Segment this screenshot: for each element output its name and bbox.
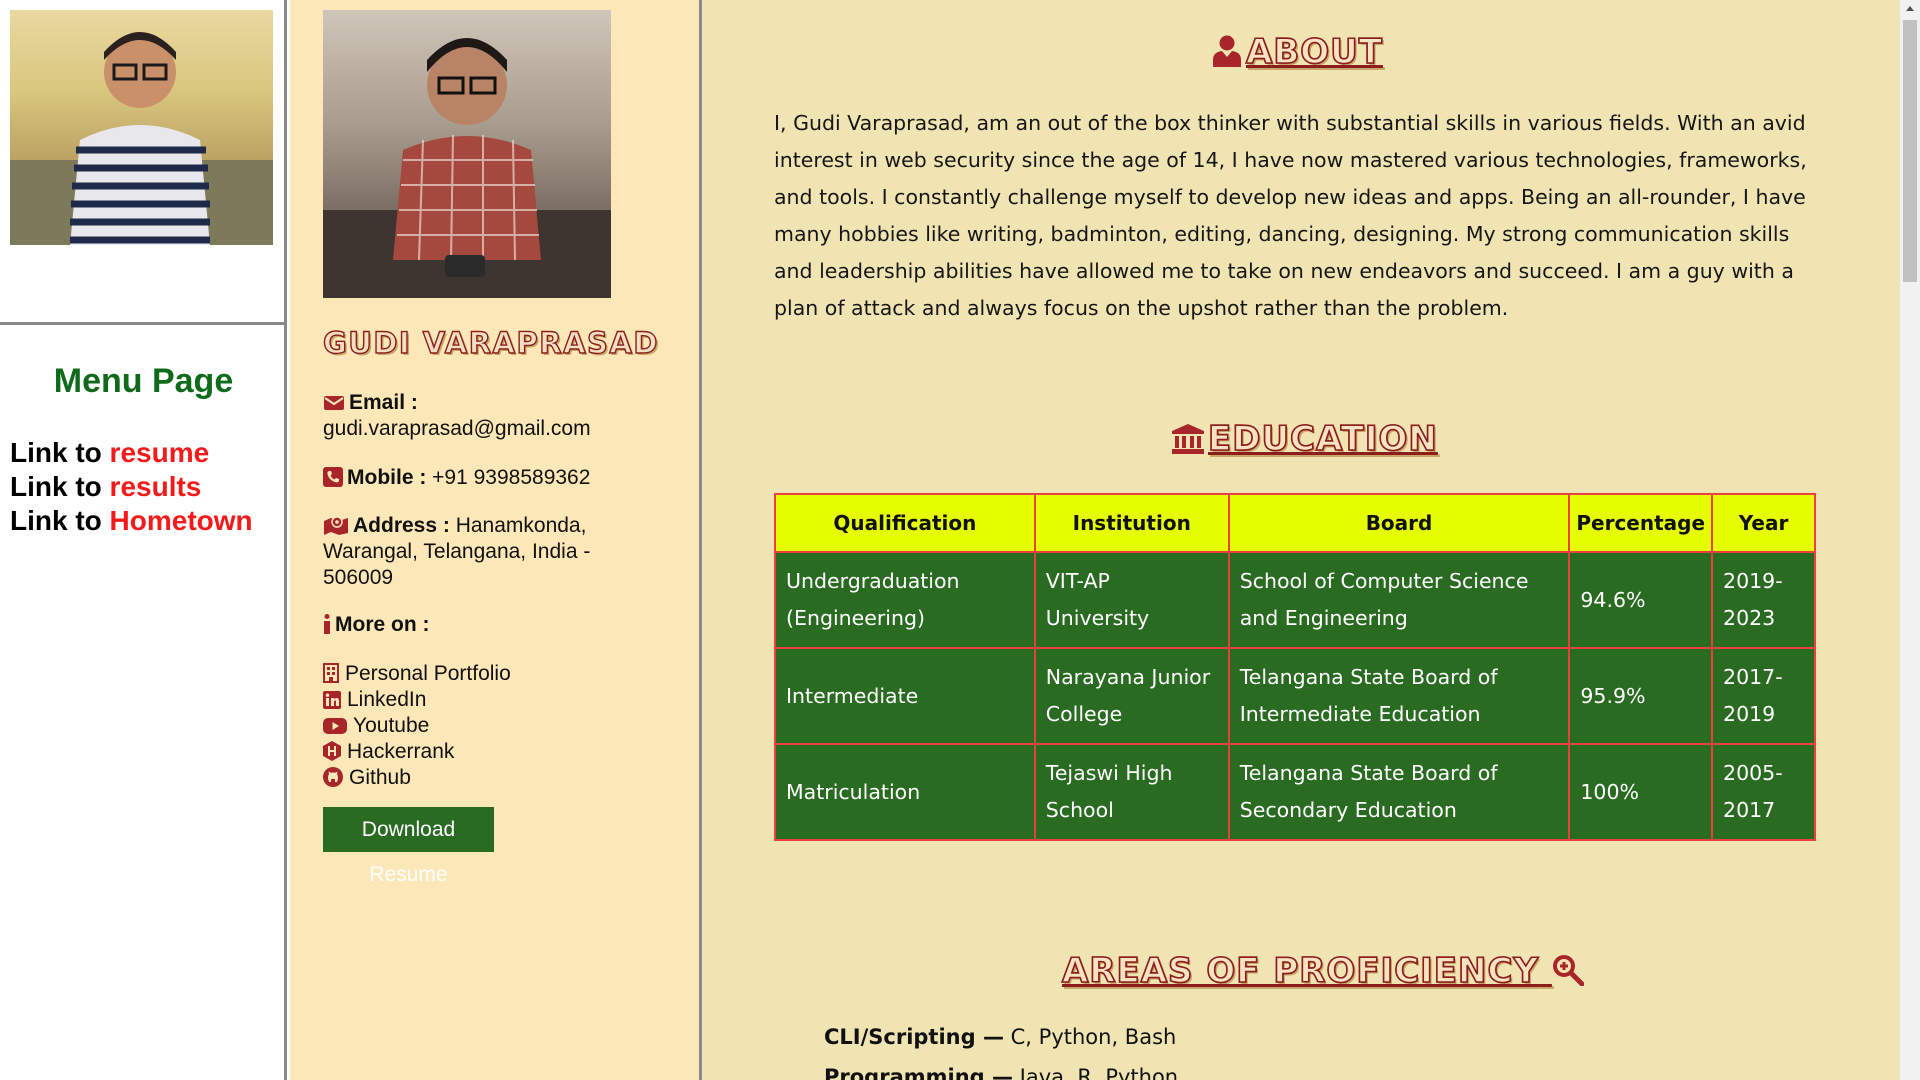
header-institution: Institution [1033,493,1230,553]
menu-title: Menu Page [53,362,234,400]
profile-photo-menu [10,10,273,245]
linkedin-link-label: LinkedIn [347,688,427,711]
list-item: Programming — Java, R, Python [824,1057,1178,1080]
main-content: ABOUT I, Gudi Varaprasad, am an out of t… [702,0,1900,1080]
cell-percentage: 94.6% [1568,551,1714,649]
proficiency-label: Programming — [824,1065,1013,1080]
proficiency-heading: AREAS OF PROFICIENCY [1061,950,1588,992]
cell-qualification: Matriculation [774,743,1036,841]
university-icon [1172,424,1204,454]
cell-percentage: 100% [1568,743,1714,841]
youtube-icon [323,717,347,735]
table-row: Matriculation Tejaswi High School Telang… [774,743,1816,841]
proficiency-title: AREAS OF PROFICIENCY [1061,950,1540,992]
github-link[interactable]: Github [323,765,511,791]
cell-institution: VIT-AP University [1033,551,1230,649]
cell-institution: Tejaswi High School [1033,743,1230,841]
envelope-icon [323,394,345,412]
results-link[interactable]: results [110,471,202,502]
profile-sidebar: GUDI VARAPRASAD Email : gudi.varaprasad@… [290,0,702,1080]
menu-item-prefix: Link to [10,471,110,502]
about-paragraph: I, Gudi Varaprasad, am an out of the box… [774,111,1807,320]
list-item: CLI/Scripting — C, Python, Bash [824,1017,1178,1057]
youtube-link[interactable]: Youtube [323,713,511,739]
address-block: Address : Hanamkonda, Warangal, Telangan… [323,513,643,591]
main-scrollbar[interactable] [1900,0,1920,1080]
portfolio-link[interactable]: Personal Portfolio [323,661,511,687]
menu-item-results: Link to results [10,470,253,504]
github-icon [323,767,343,787]
menu-item-resume: Link to resume [10,436,253,470]
cell-qualification: Intermediate [774,647,1036,745]
menu-item-prefix: Link to [10,437,110,468]
cell-year: 2017-2019 [1711,647,1816,745]
github-link-label: Github [349,766,411,789]
header-year: Year [1711,493,1816,553]
youtube-link-label: Youtube [353,714,430,737]
scrollbar-thumb[interactable] [1903,20,1917,282]
proficiency-value: Java, R, Python [1013,1065,1179,1080]
more-on-label: More on : [335,613,430,636]
cell-percentage: 95.9% [1568,647,1714,745]
table-row: Intermediate Narayana Junior College Tel… [774,647,1816,745]
proficiency-list: CLI/Scripting — C, Python, Bash Programm… [824,1017,1178,1080]
linkedin-icon [323,691,341,709]
resume-link[interactable]: resume [110,437,210,468]
address-label: Address : [353,514,450,537]
mobile-label: Mobile : [347,466,427,489]
user-icon [1212,35,1242,67]
info-icon [323,614,331,634]
cell-qualification: Undergraduation (Engineering) [774,551,1036,649]
scroll-up-arrow-icon[interactable] [1900,0,1920,17]
education-table: Qualification Institution Board Percenta… [774,493,1816,841]
education-heading: EDUCATION [1172,418,1438,460]
email-block: Email : gudi.varaprasad@gmail.com [323,390,643,442]
email-label: Email : [349,391,418,414]
email-link[interactable]: gudi.varaprasad@gmail.com [323,417,591,440]
profile-name: GUDI VARAPRASAD [322,325,659,360]
header-percentage: Percentage [1568,493,1714,553]
search-plus-icon [1552,954,1584,986]
header-board: Board [1227,493,1571,553]
portfolio-link-label: Personal Portfolio [345,662,511,685]
mobile-value: +91 9398589362 [432,466,591,489]
cell-year: 2019-2023 [1711,551,1816,649]
about-title: ABOUT [1245,31,1383,73]
table-header-row: Qualification Institution Board Percenta… [774,493,1816,553]
hackerrank-link-label: Hackerrank [347,740,455,763]
menu-links: Link to resume Link to results Link to H… [10,436,253,538]
phone-icon [323,467,343,487]
cell-board: Telangana State Board of Secondary Educa… [1227,743,1571,841]
hackerrank-link[interactable]: Hackerrank [323,739,511,765]
building-icon [323,663,339,683]
cell-board: Telangana State Board of Intermediate Ed… [1227,647,1571,745]
more-links-list: Personal Portfolio LinkedIn Youtube Hack… [323,661,511,791]
header-qualification: Qualification [774,493,1036,553]
linkedin-link[interactable]: LinkedIn [323,687,511,713]
menu-frame: Menu Page Link to resume Link to results… [0,0,287,1080]
more-on-heading: More on : [323,612,643,638]
table-row: Undergraduation (Engineering) VIT-AP Uni… [774,551,1816,649]
education-title: EDUCATION [1207,418,1438,460]
menu-item-hometown: Link to Hometown [10,504,253,538]
cell-year: 2005-2017 [1711,743,1816,841]
proficiency-value: C, Python, Bash [1003,1025,1177,1049]
menu-item-prefix: Link to [10,505,110,536]
hometown-link[interactable]: Hometown [110,505,253,536]
menu-divider [0,322,287,325]
cell-board: School of Computer Science and Engineeri… [1227,551,1571,649]
mobile-block: Mobile : +91 9398589362 [323,465,643,491]
map-marker-icon [323,515,349,535]
profile-photo [323,10,611,298]
cell-institution: Narayana Junior College [1033,647,1230,745]
proficiency-label: CLI/Scripting — [824,1025,1004,1049]
hackerrank-icon [323,741,341,761]
about-heading: ABOUT [1212,31,1383,73]
download-resume-button[interactable]: Download Resume [323,807,494,886]
